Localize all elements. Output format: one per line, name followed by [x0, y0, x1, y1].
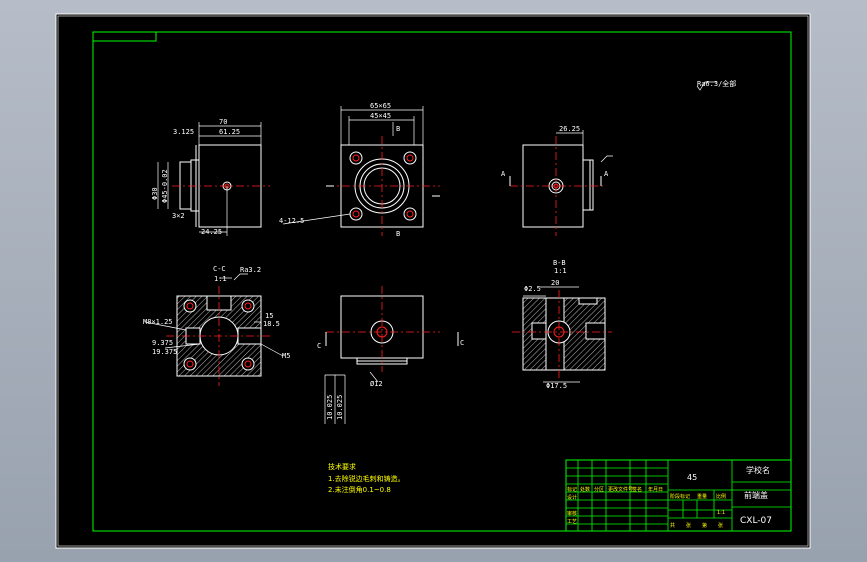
dim-19-375: 19.375 [152, 348, 177, 356]
tb-scale-value: 1:1 [717, 510, 725, 516]
tb-scale-label: 比例 [716, 493, 726, 500]
label-c-right: C [460, 339, 464, 347]
tb-sheet-unit-b: 张 [718, 522, 723, 529]
dim-3x2: 3×2 [172, 212, 185, 220]
tb-sheet-unit-a: 张 [686, 522, 691, 529]
tb-header-mark: 标记 [567, 486, 577, 493]
dim-18-5: 18.5 [263, 320, 280, 328]
title-drawing-no: CXL-07 [740, 516, 772, 526]
dim-phi17-5: Φ17.5 [546, 382, 567, 390]
tb-header-zone: 分区 [594, 486, 604, 493]
dim-65x65: 65×65 [370, 102, 391, 110]
label-c-c: C-C [213, 265, 226, 273]
tb-header-sign: 签名 [632, 486, 642, 493]
notes-line-2: 2.未注倒角0.1~0.8 [328, 485, 391, 494]
dim-phi45: Φ45-0.02 [161, 169, 169, 203]
dim-phi2-5: Φ2.5 [524, 285, 541, 293]
dim-4-12-5: 4-12.5 [279, 217, 304, 225]
dim-m8: M8×1.25 [143, 318, 173, 326]
dim-15: 15 [265, 312, 273, 320]
tb-stage: 阶段标记 [670, 493, 690, 500]
notes-line-1: 1.去除锐边毛刺和铸造。 [328, 474, 405, 483]
tb-header-docno: 更改文件号 [608, 486, 633, 493]
dim-26-25: 26.25 [559, 125, 580, 133]
tb-sheet-total: 共 [670, 522, 675, 529]
label-b-top: B [396, 125, 400, 133]
dim-20: 20 [551, 279, 559, 287]
roughness-label: Ra6.3/全部 [697, 79, 736, 88]
dim-phi30: Φ30 [151, 187, 159, 200]
title-school: 学校名 [746, 465, 770, 475]
title-part-name: 前端盖 [744, 490, 768, 500]
tb-weight: 重量 [697, 493, 707, 500]
roughness-ra32: Ra3.2 [240, 266, 261, 274]
scale-b-b: 1:1 [554, 267, 567, 275]
tb-header-count: 处数 [580, 486, 590, 493]
drawing-canvas[interactable]: Ra6.3/全部 70 61.25 3.125 Φ30 Φ45-0.02 3×2… [0, 0, 867, 562]
dim-61-25: 61.25 [219, 128, 240, 136]
cad-viewport[interactable]: Ra6.3/全部 70 61.25 3.125 Φ30 Φ45-0.02 3×2… [0, 0, 867, 562]
label-b-b: B-B [553, 259, 566, 267]
dim-10-025-b: 10.025 [336, 395, 344, 420]
dim-24-25: 24.25 [201, 228, 222, 236]
tb-row-process: 工艺 [567, 519, 577, 525]
dim-3-125: 3.125 [173, 128, 194, 136]
dim-70: 70 [219, 118, 227, 126]
tb-row-review: 审核 [567, 510, 577, 517]
label-c-left: C [317, 342, 321, 350]
label-b-bottom: B [396, 230, 400, 238]
scale-c-c: 1:1 [214, 275, 227, 283]
tb-row-design: 设计 [567, 494, 577, 501]
tb-sheet-num: 第 [702, 522, 707, 529]
dim-10-025-a: 10.025 [326, 395, 334, 420]
dim-m5: M5 [282, 352, 290, 360]
tb-header-date: 年月日 [648, 486, 663, 493]
drawing-sheet [55, 13, 811, 549]
dim-9-375: 9.375 [152, 339, 173, 347]
dim-45x45: 45×45 [370, 112, 391, 120]
notes-title: 技术要求 [328, 462, 356, 471]
title-material: 45 [687, 473, 697, 482]
dim-d12: Ø12 [370, 380, 383, 388]
